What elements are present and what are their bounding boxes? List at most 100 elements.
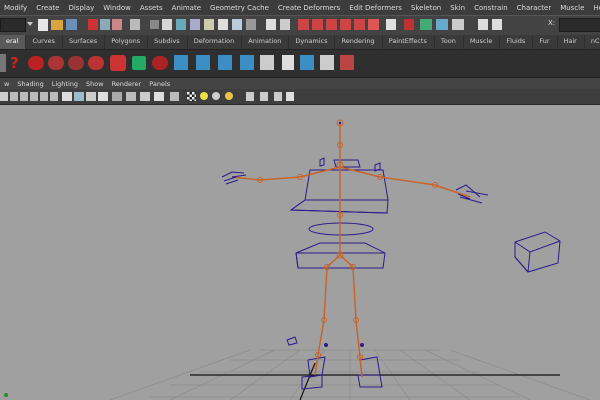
film-gate-icon[interactable] — [50, 92, 58, 101]
shelf-tab-polygons[interactable]: Polygons — [105, 35, 149, 49]
skeleton-joints[interactable] — [257, 119, 438, 360]
hud-icon[interactable] — [274, 92, 282, 101]
shelf-tab-dynamics[interactable]: Dynamics — [289, 35, 336, 49]
render-settings-icon[interactable] — [452, 19, 464, 30]
select-rendering-icon[interactable] — [232, 19, 242, 30]
camera-attributes-icon[interactable] — [10, 92, 18, 101]
new-scene-icon[interactable] — [38, 19, 48, 31]
history-icon[interactable] — [368, 19, 379, 30]
sculpt-deformer-icon[interactable] — [320, 55, 334, 70]
menu-geometry-cache[interactable]: Geometry Cache — [206, 4, 274, 12]
detach-skin-icon[interactable] — [88, 56, 104, 70]
menu-skeleton[interactable]: Skeleton — [407, 4, 446, 12]
selected-lights-icon[interactable] — [225, 92, 233, 100]
aim-constraint-icon[interactable] — [196, 55, 210, 70]
wireframe-icon[interactable] — [62, 92, 72, 101]
wire-deformer-icon[interactable] — [340, 55, 354, 70]
panel-menu-renderer[interactable]: Renderer — [108, 80, 146, 88]
texture-icon[interactable] — [126, 92, 136, 101]
menu-create-deformers[interactable]: Create Deformers — [274, 4, 345, 12]
lock-selection-icon[interactable] — [266, 19, 276, 30]
select-dynamics-icon[interactable] — [218, 19, 228, 30]
bookmarks-icon[interactable] — [20, 92, 28, 101]
orient-constraint-icon[interactable] — [218, 55, 232, 70]
select-joints-icon[interactable] — [162, 19, 172, 30]
all-lights-icon[interactable] — [212, 92, 220, 100]
frame-selected-icon[interactable] — [260, 92, 268, 101]
scale-constraint-icon[interactable] — [240, 55, 254, 70]
script-editor-icon[interactable] — [260, 55, 274, 70]
filter-menu-icon[interactable] — [150, 20, 159, 29]
save-scene-icon[interactable] — [66, 19, 77, 30]
shelf-tab-rendering[interactable]: Rendering — [335, 35, 383, 49]
menu-skin[interactable]: Skin — [446, 4, 470, 12]
ik-handles[interactable] — [4, 121, 364, 397]
point-constraint-icon[interactable] — [174, 55, 188, 70]
menu-assets[interactable]: Assets — [136, 4, 168, 12]
panel-menu-lighting[interactable]: Lighting — [48, 80, 82, 88]
snap-to-curve-icon[interactable] — [312, 19, 323, 30]
viewport-perspective[interactable] — [0, 105, 600, 400]
shadows-icon[interactable] — [170, 92, 179, 101]
shelf-tab-painteffects[interactable]: PaintEffects — [383, 35, 435, 49]
create-ik-handle-icon[interactable] — [132, 56, 146, 70]
menu-window[interactable]: Window — [99, 4, 136, 12]
shelf-tab-curves[interactable]: Curves — [26, 35, 64, 49]
lattice-icon[interactable] — [300, 55, 314, 70]
menu-animate[interactable]: Animate — [168, 4, 206, 12]
open-scene-icon[interactable] — [51, 20, 63, 30]
input-line-menu-icon[interactable] — [478, 19, 488, 30]
render-current-frame-icon[interactable] — [420, 19, 432, 30]
ipr-render-icon[interactable] — [436, 19, 448, 30]
scene-canvas[interactable] — [0, 105, 600, 400]
image-plane-icon[interactable] — [30, 92, 38, 101]
wireframe-on-shaded-icon[interactable] — [86, 92, 96, 101]
panel-menu-shading[interactable]: Shading — [13, 80, 47, 88]
smooth-bind-icon[interactable] — [48, 56, 64, 70]
shelf-tab-deformation[interactable]: Deformation — [188, 35, 243, 49]
shelf-tab-hair[interactable]: Hair — [558, 35, 585, 49]
x-value-field[interactable] — [559, 18, 600, 32]
grid-toggle-icon[interactable] — [40, 92, 48, 101]
select-surfaces-icon[interactable] — [190, 19, 200, 30]
construction-history-icon[interactable] — [404, 19, 414, 30]
select-deformations-icon[interactable] — [204, 19, 214, 30]
select-by-object-icon[interactable] — [100, 19, 110, 30]
relative-transform-icon[interactable] — [492, 19, 502, 30]
shelf-menu-icon[interactable] — [0, 54, 6, 72]
input-output-icon[interactable] — [386, 19, 396, 30]
snap-to-point-icon[interactable] — [326, 19, 337, 30]
snap-to-view-plane-icon[interactable] — [340, 19, 351, 30]
select-curves-icon[interactable] — [176, 19, 186, 30]
resolution-gate-icon[interactable] — [154, 92, 164, 101]
shelf-tab-toon[interactable]: Toon — [435, 35, 464, 49]
shelf-tab-ncloth[interactable]: nCloth — [585, 35, 600, 49]
shelf-tab-surfaces[interactable]: Surfaces — [63, 35, 106, 49]
menu-create[interactable]: Create — [32, 4, 64, 12]
highlight-selection-icon[interactable] — [280, 19, 290, 30]
mask-handles-icon[interactable] — [130, 19, 140, 30]
ik-spline-icon[interactable] — [152, 56, 168, 70]
camera-select-icon[interactable] — [0, 92, 8, 101]
xray-joints-icon[interactable] — [112, 92, 122, 101]
panel-menu-panels[interactable]: Panels — [145, 80, 174, 88]
snap-to-grid-icon[interactable] — [298, 19, 309, 30]
menu-edit-deformers[interactable]: Edit Deformers — [345, 4, 407, 12]
menu-constrain[interactable]: Constrain — [470, 4, 513, 12]
go-to-bind-pose-icon[interactable] — [110, 55, 126, 71]
select-by-hierarchy-icon[interactable] — [88, 19, 98, 30]
menu-character[interactable]: Character — [513, 4, 557, 12]
paint-weights-icon[interactable] — [28, 56, 44, 70]
two-sided-lighting-icon[interactable] — [286, 92, 294, 101]
xray-icon[interactable] — [98, 92, 108, 101]
shelf-tab-animation[interactable]: Animation — [242, 35, 290, 49]
panel-menu-show[interactable]: Show — [82, 80, 108, 88]
shelf-tab-general[interactable]: eral — [0, 35, 27, 49]
make-live-icon[interactable] — [354, 19, 365, 30]
panel-menu-view[interactable]: w — [0, 80, 13, 88]
menu-muscle[interactable]: Muscle — [556, 4, 589, 12]
shelf-tab-fur[interactable]: Fur — [533, 35, 558, 49]
cube-object[interactable] — [514, 231, 561, 273]
menu-help[interactable]: Help — [589, 4, 600, 12]
shelf-tab-subdivs[interactable]: Subdivs — [148, 35, 188, 49]
